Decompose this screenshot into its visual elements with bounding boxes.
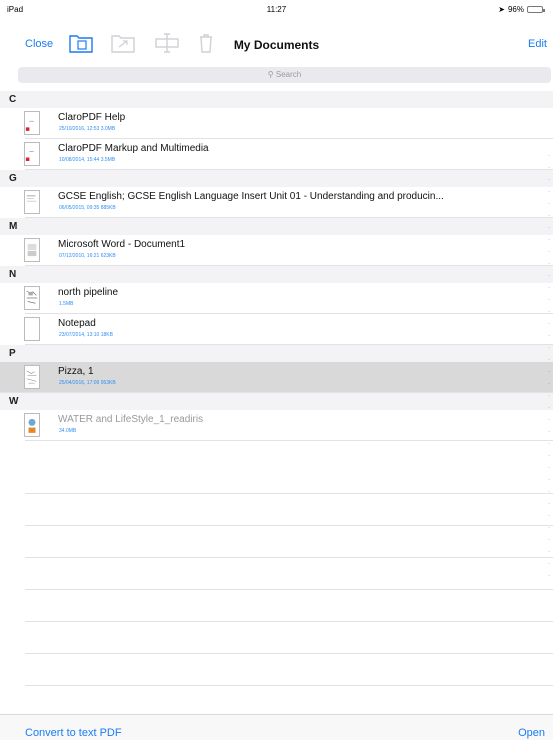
- section-header-w: W: [0, 393, 553, 410]
- battery-icon: [527, 6, 545, 13]
- document-thumbnail: [24, 413, 40, 437]
- document-name: ClaroPDF Help: [58, 112, 126, 123]
- document-name: GCSE English; GCSE English Language Inse…: [58, 191, 444, 202]
- document-thumbnail: [24, 111, 40, 135]
- document-thumbnail: [24, 365, 40, 389]
- document-name: WATER and LifeStyle_1_readiris: [58, 414, 204, 425]
- row-separator: [25, 622, 553, 654]
- search-input[interactable]: ⚲ Search: [18, 67, 551, 83]
- document-name: Notepad: [58, 318, 96, 329]
- list-item-microsoft-word[interactable]: Microsoft Word - Document1 07/12/2010, 1…: [24, 235, 553, 266]
- list-item-claropdf-help[interactable]: ClaroPDF Help 25/10/2016, 12:53 3.0MB: [24, 108, 553, 139]
- section-header-c: C: [0, 91, 553, 108]
- document-list: C ClaroPDF Help 25/10/2016, 12:53 3.0MB …: [0, 91, 553, 441]
- list-item-water-lifestyle[interactable]: WATER and LifeStyle_1_readiris 34.0MB: [24, 410, 553, 441]
- document-meta: 10/08/2014, 15:44 3.5MB: [59, 157, 116, 163]
- clock: 11:27: [266, 5, 287, 14]
- document-name: ClaroPDF Markup and Multimedia: [58, 143, 209, 154]
- row-separator: [25, 494, 553, 526]
- search-placeholder: Search: [275, 70, 302, 79]
- convert-to-text-pdf-button[interactable]: Convert to text PDF: [25, 727, 122, 739]
- list-item-north-pipeline[interactable]: north pipeline 1.5MB: [24, 283, 553, 314]
- open-button[interactable]: Open: [518, 727, 545, 739]
- document-meta: 06/05/2015, 09:35 885KB: [59, 205, 116, 211]
- section-header-n: N: [0, 266, 553, 283]
- document-thumbnail: [24, 142, 40, 166]
- location-icon: ➤: [498, 5, 505, 14]
- list-item-gcse-english[interactable]: GCSE English; GCSE English Language Inse…: [24, 187, 553, 218]
- status-bar: iPad 11:27 ➤ 96%: [0, 0, 553, 20]
- document-thumbnail: [24, 238, 40, 262]
- edit-button[interactable]: Edit: [528, 38, 547, 50]
- bottom-toolbar: Convert to text PDF Open: [0, 714, 553, 740]
- list-item-pizza[interactable]: Pizza, 1 25/04/2016, 17:09 953KB: [0, 362, 553, 393]
- list-item-claropdf-markup[interactable]: ClaroPDF Markup and Multimedia 10/08/201…: [24, 139, 553, 170]
- document-meta: 07/12/2010, 16:21 623KB: [59, 253, 116, 259]
- section-header-g: G: [0, 170, 553, 187]
- row-separator: [25, 654, 553, 686]
- search-icon: ⚲: [267, 70, 274, 79]
- document-name: north pipeline: [58, 287, 119, 298]
- section-header-p: P: [0, 345, 553, 362]
- document-meta: 34.0MB: [59, 428, 77, 434]
- row-separator: [25, 462, 553, 494]
- battery-indicator: ➤ 96%: [498, 5, 545, 14]
- row-separator: [25, 558, 553, 590]
- row-separator: [25, 526, 553, 558]
- row-separator: [25, 590, 553, 622]
- document-thumbnail: [24, 190, 40, 214]
- section-header-m: M: [0, 218, 553, 235]
- page-title: My Documents: [233, 38, 320, 52]
- document-meta: 25/10/2016, 12:53 3.0MB: [59, 126, 116, 132]
- document-thumbnail: [24, 317, 40, 341]
- section-index-bar[interactable]: · · · · · · · · · · · · · · · · · · · · · · · · · · · · · · · · · · · ·: [546, 150, 552, 582]
- document-name: Microsoft Word - Document1: [58, 239, 186, 250]
- document-meta: 1.5MB: [59, 301, 74, 307]
- document-thumbnail: [24, 286, 40, 310]
- document-name: Pizza, 1: [58, 366, 94, 377]
- document-meta: 25/04/2016, 17:09 953KB: [59, 380, 116, 386]
- document-meta: 23/07/2014, 13:10 18KB: [59, 332, 113, 338]
- empty-rows: [25, 462, 553, 718]
- list-item-notepad[interactable]: Notepad 23/07/2014, 13:10 18KB: [24, 314, 553, 345]
- navigation-bar: Close My Documents Edit: [0, 28, 553, 60]
- battery-percent: 96%: [507, 5, 524, 14]
